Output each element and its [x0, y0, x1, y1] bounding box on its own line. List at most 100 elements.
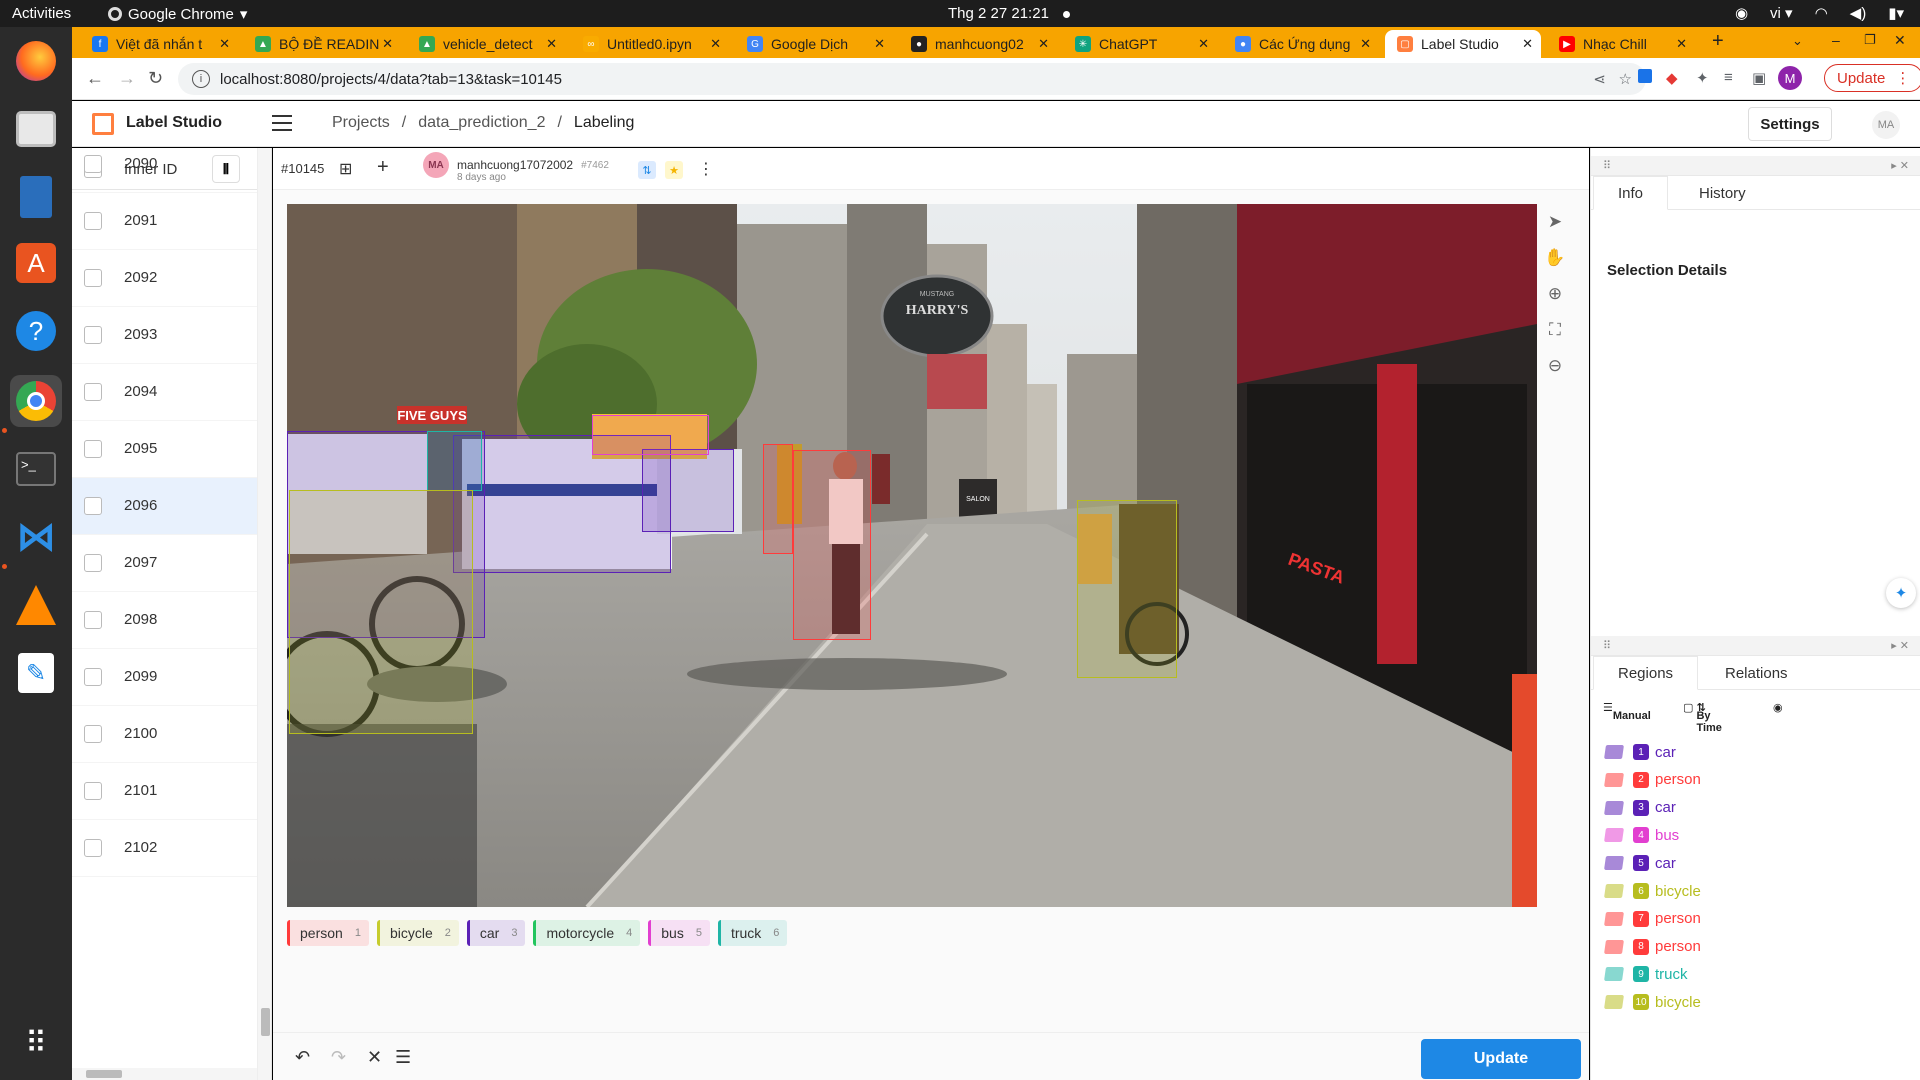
- region-item[interactable]: 6 bicycle: [1604, 877, 1701, 905]
- bounding-box[interactable]: [592, 415, 709, 455]
- vlc-icon[interactable]: [10, 579, 62, 631]
- info-panel-header[interactable]: ⠿ ▸ ✕: [1591, 156, 1920, 176]
- drag-handle-icon[interactable]: ⠿: [1603, 159, 1611, 172]
- browser-tab[interactable]: ▲ BỘ ĐỀ READIN ✕: [243, 30, 401, 58]
- region-item[interactable]: 8 person: [1604, 933, 1701, 961]
- row-checkbox[interactable]: [84, 554, 102, 572]
- zoom-out-icon[interactable]: ⊖: [1537, 348, 1573, 384]
- profile-avatar[interactable]: M: [1778, 66, 1802, 90]
- sort-by-time[interactable]: ▢ By Time ⇅: [1683, 701, 1722, 734]
- site-info-icon[interactable]: i: [192, 70, 210, 88]
- bounding-box[interactable]: [1077, 500, 1177, 678]
- tab-regions[interactable]: Regions: [1593, 656, 1699, 690]
- zoom-in-icon[interactable]: ⊕: [1537, 276, 1573, 312]
- browser-tab[interactable]: ∞ Untitled0.ipyn ✕: [571, 30, 729, 58]
- image-canvas[interactable]: HARRY'S MUSTANG FIVE GUYS SALON PASTA: [287, 204, 1537, 907]
- language-indicator[interactable]: vi ▾: [1770, 4, 1793, 22]
- drag-handle-icon[interactable]: ⠿: [1603, 639, 1611, 652]
- browser-tab[interactable]: f Việt đã nhắn t ✕: [80, 30, 238, 58]
- table-row[interactable]: 2093: [72, 307, 257, 364]
- side-panel-icon[interactable]: ▣: [1752, 69, 1766, 87]
- system-tray[interactable]: ◉ vi ▾ ◠ ◀) ▮▾: [1735, 4, 1904, 22]
- label-car[interactable]: car 3: [466, 920, 526, 946]
- tab-history[interactable]: History: [1675, 176, 1770, 210]
- tab-search-button[interactable]: ⌄: [1792, 33, 1803, 49]
- regions-panel-header[interactable]: ⠿ ▸ ✕: [1591, 636, 1920, 656]
- star-icon[interactable]: ★: [665, 161, 683, 179]
- undo-icon[interactable]: ↶: [295, 1047, 310, 1068]
- battery-icon[interactable]: ▮▾: [1888, 4, 1904, 22]
- volume-icon[interactable]: ◀): [1850, 4, 1867, 22]
- label-truck[interactable]: truck 6: [717, 920, 788, 946]
- row-checkbox[interactable]: [84, 668, 102, 686]
- chrome-icon[interactable]: [10, 375, 62, 427]
- app-menu[interactable]: Google Chrome ▾: [108, 5, 247, 23]
- bounding-box[interactable]: [763, 444, 793, 554]
- sort-manual[interactable]: ☰ Manual: [1603, 701, 1651, 722]
- region-item[interactable]: 5 car: [1604, 849, 1676, 877]
- ubuntu-software-icon[interactable]: A: [10, 237, 62, 289]
- row-checkbox[interactable]: [84, 782, 102, 800]
- table-row[interactable]: 2101: [72, 763, 257, 820]
- address-bar[interactable]: i localhost:8080/projects/4/data?tab=13&…: [178, 63, 1646, 95]
- table-row[interactable]: 2090: [72, 148, 257, 193]
- pan-tool-icon[interactable]: ✋: [1537, 240, 1573, 276]
- tab-close-icon[interactable]: ✕: [546, 36, 557, 52]
- app-grid-icon[interactable]: ⠿: [10, 1017, 62, 1069]
- vscode-icon[interactable]: ⋈: [10, 511, 62, 563]
- browser-tab[interactable]: ✳ ChatGPT ✕: [1063, 30, 1217, 58]
- tab-close-icon[interactable]: ✕: [1360, 36, 1371, 52]
- region-item[interactable]: 10 bicycle: [1604, 988, 1701, 1016]
- files-icon[interactable]: [10, 103, 62, 155]
- label-person[interactable]: person 1: [287, 920, 369, 946]
- add-annotation-icon[interactable]: +: [377, 156, 389, 179]
- task-list-hscrollbar[interactable]: [72, 1068, 257, 1080]
- extension-red-icon[interactable]: ◆: [1666, 69, 1678, 87]
- row-checkbox[interactable]: [84, 611, 102, 629]
- extension-icon[interactable]: [1638, 69, 1652, 87]
- text-editor-icon[interactable]: ✎: [10, 647, 62, 699]
- redo-icon[interactable]: ↷: [331, 1047, 346, 1068]
- region-item[interactable]: 4 bus: [1604, 821, 1679, 849]
- browser-tab[interactable]: ▢ Label Studio ✕: [1385, 30, 1541, 58]
- close-window-button[interactable]: ✕: [1894, 32, 1906, 49]
- help-icon[interactable]: ?: [10, 305, 62, 357]
- user-avatar[interactable]: MA: [1872, 111, 1900, 139]
- libreoffice-writer-icon[interactable]: [10, 171, 62, 223]
- pointer-tool-icon[interactable]: ➤: [1537, 204, 1573, 240]
- table-row[interactable]: 2099: [72, 649, 257, 706]
- row-checkbox[interactable]: [84, 383, 102, 401]
- scrollbar-thumb[interactable]: [261, 1008, 270, 1036]
- minimize-button[interactable]: –: [1832, 32, 1840, 48]
- reset-icon[interactable]: ✕: [367, 1047, 382, 1068]
- wifi-icon[interactable]: ◠: [1815, 4, 1828, 22]
- breadcrumb-projects[interactable]: Projects: [332, 114, 390, 132]
- task-list-scrollbar[interactable]: [257, 148, 271, 1080]
- panel-controls[interactable]: ▸ ✕: [1891, 639, 1909, 652]
- row-checkbox[interactable]: [84, 326, 102, 344]
- bounding-box[interactable]: [642, 449, 734, 532]
- region-item[interactable]: 3 car: [1604, 794, 1676, 822]
- row-checkbox[interactable]: [84, 497, 102, 515]
- row-checkbox[interactable]: [84, 440, 102, 458]
- hscrollbar-thumb[interactable]: [86, 1070, 122, 1078]
- table-row[interactable]: 2100: [72, 706, 257, 763]
- tab-close-icon[interactable]: ✕: [1198, 36, 1209, 52]
- tab-close-icon[interactable]: ✕: [710, 36, 721, 52]
- row-checkbox[interactable]: [84, 269, 102, 287]
- chrome-update-button[interactable]: Update ⋮: [1824, 64, 1920, 92]
- maximize-button[interactable]: ❐: [1864, 32, 1876, 48]
- fit-screen-icon[interactable]: ⛶: [1537, 312, 1573, 348]
- settings-sliders-icon[interactable]: ☰: [395, 1047, 411, 1068]
- table-row[interactable]: 2102: [72, 820, 257, 877]
- browser-tab[interactable]: G Google Dịch ✕: [735, 30, 893, 58]
- annotation-tab[interactable]: MA manhcuong17072002 #7462 8 days ago: [423, 152, 609, 183]
- label-motorcycle[interactable]: motorcycle 4: [533, 920, 641, 946]
- ground-truth-icon[interactable]: ⇅: [638, 161, 656, 179]
- label-bicycle[interactable]: bicycle 2: [376, 920, 459, 946]
- tab-relations[interactable]: Relations: [1701, 656, 1812, 690]
- visibility-toggle-icon[interactable]: ◉: [1773, 701, 1783, 714]
- table-row[interactable]: 2094: [72, 364, 257, 421]
- region-item[interactable]: 9 truck: [1604, 960, 1688, 988]
- row-checkbox[interactable]: [84, 212, 102, 230]
